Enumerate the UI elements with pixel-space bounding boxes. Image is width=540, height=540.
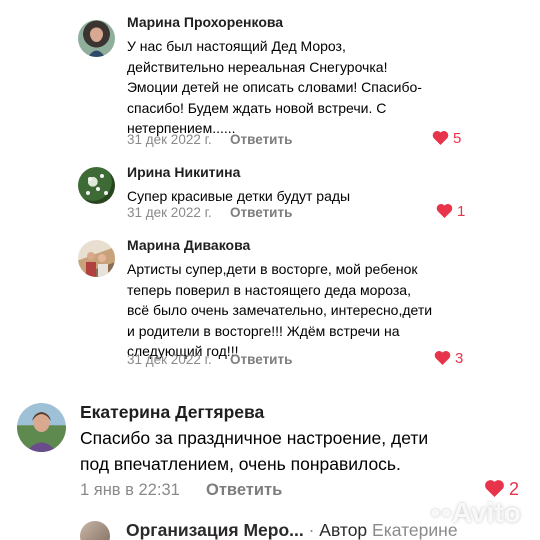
avito-logo-icon: ●● [430, 502, 452, 522]
avatar[interactable] [17, 403, 66, 452]
comment-text: У нас был настоящий Дед Мороз, действите… [127, 38, 422, 136]
avatar[interactable] [78, 167, 115, 204]
heart-icon [485, 480, 504, 497]
comment-author[interactable]: Марина Прохоренкова [127, 14, 283, 30]
heart-icon [436, 203, 453, 218]
comment-text: Спасибо за праздничное настроение, дети … [80, 428, 429, 474]
like-button[interactable]: 5 [432, 130, 461, 147]
comment-author[interactable]: Ирина Никитина [127, 164, 240, 180]
like-count: 3 [455, 350, 464, 367]
comment-date: 31 дек 2022 г. [127, 205, 212, 220]
avatar-photo-icon [86, 174, 108, 195]
comment-2: Ирина Никитина Супер красивые детки буду… [0, 164, 540, 234]
comment-text: Артисты супер,дети в восторге, мой ребен… [127, 261, 433, 359]
avatar-photo-icon [88, 28, 105, 57]
reply-preview-role: Автор [319, 520, 368, 540]
like-button[interactable]: 3 [434, 350, 463, 367]
comment-author[interactable]: Марина Дивакова [127, 237, 250, 253]
reply-button[interactable]: Ответить [206, 481, 282, 500]
avito-watermark: ●●Avito [430, 497, 521, 528]
avatar-photo-icon [86, 252, 108, 277]
avatar[interactable] [78, 20, 115, 57]
reply-preview-author[interactable]: Организация Меро... [126, 520, 304, 540]
comment-date: 1 янв в 22:31 [80, 481, 180, 499]
avatar[interactable] [78, 240, 115, 277]
reply-preview-text: Организация Меро... · Автор Екатерине [126, 520, 458, 540]
comment-3: Марина Дивакова Артисты супер,дети в вос… [0, 237, 540, 377]
comment-text: Супер красивые детки будут рады [127, 188, 351, 204]
reply-button[interactable]: Ответить [230, 132, 292, 147]
heart-icon [434, 350, 451, 365]
avatar-photo-icon [26, 412, 57, 452]
comment-author[interactable]: Екатерина Дегтярева [80, 402, 264, 423]
like-count: 1 [457, 203, 466, 220]
avatar[interactable] [80, 521, 110, 540]
comment-date: 31 дек 2022 г. [127, 132, 212, 147]
comment-4: Екатерина Дегтярева Спасибо за праздничн… [0, 400, 540, 505]
comment-1: Марина Прохоренкова У нас был настоящий … [0, 14, 540, 154]
reply-button[interactable]: Ответить [230, 205, 292, 220]
comment-date: 31 дек 2022 г. [127, 352, 212, 367]
reply-preview-separator: · [308, 520, 315, 540]
reply-button[interactable]: Ответить [230, 352, 292, 367]
like-count: 5 [453, 130, 462, 147]
like-button[interactable]: 1 [436, 203, 465, 220]
like-count: 2 [509, 479, 520, 499]
heart-icon [432, 130, 449, 145]
